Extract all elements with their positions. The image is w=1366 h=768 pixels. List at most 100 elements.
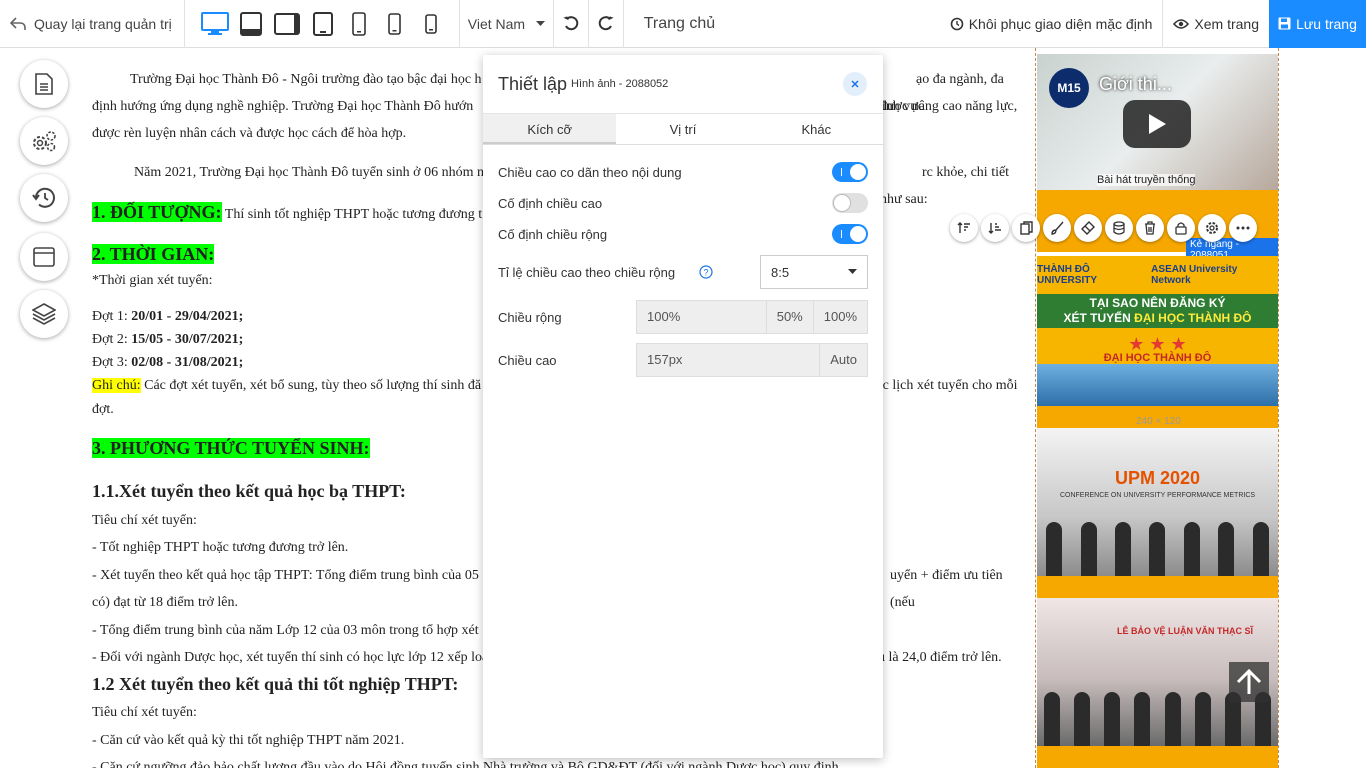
divider-strip-4 [1037,746,1278,768]
settings-gears-icon [33,131,56,152]
note-tail: rc lịch xét tuyển cho mỗi [878,378,1018,393]
history-button[interactable] [20,174,68,222]
photo2-title: LỄ BẢO VỆ LUẬN VĂN THẠC SĨ [1117,626,1254,636]
desktop-view-button[interactable] [197,0,233,48]
panel-close-button[interactable] [843,72,867,96]
panel-title: Thiết lập [498,73,568,94]
clear-style-button[interactable] [1074,214,1102,242]
back-to-admin-button[interactable]: Quay lại trang quản trị [0,0,185,48]
auto-height-toggle[interactable] [832,162,868,182]
pages-button[interactable] [20,60,68,108]
ratio-select[interactable]: 8:5 [760,255,868,289]
panel-tabs: Kích cỡ Vị trí Khác [483,114,883,145]
undo-icon [563,15,579,30]
duplicate-button[interactable] [1012,214,1040,242]
tab-other[interactable]: Khác [750,114,883,144]
move-down-button[interactable] [981,214,1009,242]
video-play-button[interactable] [1123,100,1191,148]
tablet-landscape-view-button[interactable] [233,0,269,48]
width-row: Chiều rộng 100% 50% 100% [498,300,868,334]
year-text: Năm 2021, Trường Đại học Thành Đô tuyển … [134,165,484,180]
trash-icon [1145,221,1155,235]
move-up-button[interactable] [950,214,978,242]
auto-height-label: Chiều cao co dãn theo nội dung [498,164,682,180]
delete-button[interactable] [1136,214,1164,242]
image-size-label: 240 × 120 [1136,416,1181,427]
tablet-view-button[interactable] [305,0,341,48]
save-page-button[interactable]: Lưu trang [1269,0,1366,48]
width-input[interactable]: 100% [637,301,766,333]
round-1-label: Đợt 1: [92,309,132,324]
view-page-button[interactable]: Xem trang [1163,0,1269,48]
redo-button[interactable] [589,0,624,48]
tab-size[interactable]: Kích cỡ [483,114,617,144]
round-2-label: Đợt 2: [92,332,132,347]
intro-line2-tail: được nâng cao năng lực, [880,99,1018,114]
restore-default-button[interactable]: Khôi phục giao diện mặc định [940,0,1164,48]
tablet-wide-icon [273,12,300,35]
data-button[interactable] [1105,214,1133,242]
window-icon [33,247,55,267]
section1-heading: 1. ĐỐI TƯỢNG: [92,202,222,222]
undo-button[interactable] [554,0,589,48]
height-auto-button[interactable]: Auto [819,344,867,376]
right-column: M15 Giới thi... Bài hát truyền thống Kẻ … [1035,48,1279,768]
phone-small-view-button[interactable] [413,0,449,48]
banner-line2-highlight: ĐẠI HỌC THÀNH ĐÔ [1134,311,1252,325]
more-options-button[interactable] [1229,214,1257,242]
layers-button[interactable] [20,290,68,338]
video-title: Giới thi... [1099,74,1172,94]
gear-icon [1206,222,1218,234]
width-100-button[interactable]: 100% [812,301,867,333]
layers-icon [32,303,56,325]
save-label: Lưu trang [1296,15,1357,32]
conference-photo[interactable]: UPM 2020 CONFERENCE ON UNIVERSITY PERFOR… [1037,428,1278,576]
language-select[interactable]: Viet Nam [460,0,554,48]
banner-line2: XÉT TUYỂN [1063,311,1131,325]
back-to-top-button[interactable] [1229,662,1269,702]
admission-banner[interactable]: THÀNH ĐÔ UNIVERSITY ASEAN University Net… [1037,256,1278,406]
tablet-icon [312,11,333,36]
fixed-height-label: Cố định chiều cao [498,195,603,211]
style-button[interactable] [1043,214,1071,242]
document-icon [35,73,53,95]
banner-logos: THÀNH ĐÔ UNIVERSITY ASEAN University Net… [1037,264,1278,286]
auto-height-row: Chiều cao co dãn theo nội dung [498,162,868,182]
language-value: Viet Nam [467,15,526,32]
photo1-title: UPM 2020 [1114,468,1201,488]
photo1-people [1037,516,1278,576]
section3-heading: 3. PHƯƠNG THỨC TUYỂN SINH: [92,438,370,458]
channel-badge: M15 [1049,68,1089,108]
help-icon[interactable]: ? [699,265,713,279]
view-label: Xem trang [1194,15,1259,32]
round-2-dates: 15/05 - 30/07/2021; [131,332,244,347]
fixed-height-toggle[interactable] [832,193,868,213]
caret-down-icon [535,20,545,26]
video-embed[interactable]: M15 Giới thi... Bài hát truyền thống [1037,54,1278,190]
sub1-item-4-tail: u là 24,0 điểm trở lên. [878,650,1002,665]
banner-line1: TẠI SAO NÊN ĐĂNG KÝ [1089,296,1226,310]
video-caption: Bài hát truyền thống [1097,174,1196,186]
width-50-button[interactable]: 50% [765,301,813,333]
lock-button[interactable] [1167,214,1195,242]
height-input-group: 157px Auto [636,343,868,377]
layout-button[interactable] [20,233,68,281]
phone-large-view-button[interactable] [341,0,377,48]
tablet-wide-view-button[interactable] [269,0,305,48]
top-toolbar: Quay lại trang quản trị Viet Nam Trang c… [0,0,1366,48]
current-page-name: Trang chủ [643,14,716,32]
fixed-width-toggle[interactable] [832,224,868,244]
settings-panel: Thiết lập Hình ảnh - 2088052 Kích cỡ Vị … [483,55,883,758]
height-input[interactable]: 157px [637,344,819,376]
ratio-value: 8:5 [771,264,790,280]
restore-label: Khôi phục giao diện mặc định [968,15,1153,32]
tab-position[interactable]: Vị trí [616,114,749,144]
save-icon [1278,17,1291,30]
phone-view-button[interactable] [377,0,413,48]
element-settings-button[interactable] [1198,214,1226,242]
site-settings-button[interactable] [20,117,68,165]
round-3-label: Đợt 3: [92,355,132,370]
round-3-dates: 02/08 - 31/08/2021; [131,355,244,370]
sub1-item-4-text: - Đối với ngành Dược học, xét tuyển thí … [92,650,489,665]
tablet-landscape-icon [239,11,262,36]
